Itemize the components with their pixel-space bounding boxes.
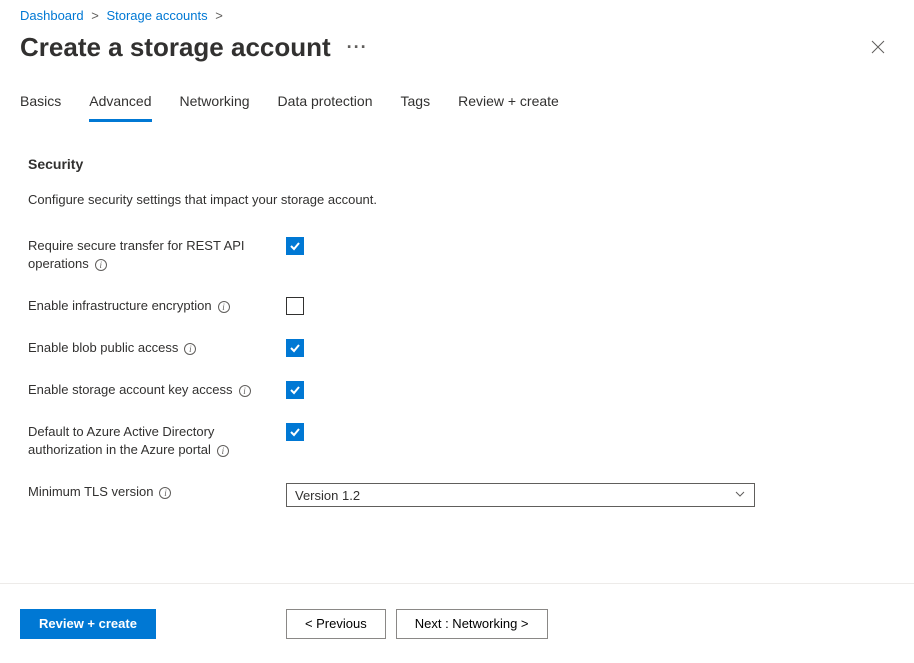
breadcrumb: Dashboard > Storage accounts > [0, 0, 914, 23]
select-min-tls[interactable]: Version 1.2 [286, 483, 755, 507]
tab-data-protection[interactable]: Data protection [278, 93, 373, 122]
tab-review-create[interactable]: Review + create [458, 93, 559, 122]
label-key-access: Enable storage account key accessi [28, 381, 286, 399]
info-icon[interactable]: i [184, 343, 196, 355]
check-icon [289, 426, 301, 438]
review-create-button[interactable]: Review + create [20, 609, 156, 639]
more-icon[interactable]: ··· [347, 37, 368, 58]
page-title-text: Create a storage account [20, 32, 331, 63]
info-icon[interactable]: i [159, 487, 171, 499]
section-title-security: Security [28, 156, 894, 172]
page-title: Create a storage account ··· [20, 32, 368, 63]
info-icon[interactable]: i [217, 445, 229, 457]
label-infra-encryption: Enable infrastructure encryptioni [28, 297, 286, 315]
check-icon [289, 342, 301, 354]
checkbox-infra-encryption[interactable] [286, 297, 304, 315]
label-aad-default: Default to Azure Active Directory author… [28, 423, 286, 459]
tab-networking[interactable]: Networking [180, 93, 250, 122]
select-value: Version 1.2 [295, 488, 360, 503]
info-icon[interactable]: i [95, 259, 107, 271]
content-scroll-area[interactable]: Security Configure security settings tha… [0, 140, 914, 583]
checkbox-key-access[interactable] [286, 381, 304, 399]
tabs: Basics Advanced Networking Data protecti… [0, 63, 914, 122]
chevron-right-icon: > [91, 8, 99, 23]
breadcrumb-link-dashboard[interactable]: Dashboard [20, 8, 84, 23]
tab-basics[interactable]: Basics [20, 93, 61, 122]
section-description: Configure security settings that impact … [28, 192, 894, 207]
label-blob-public: Enable blob public accessi [28, 339, 286, 357]
checkbox-secure-transfer[interactable] [286, 237, 304, 255]
check-icon [289, 384, 301, 396]
close-icon [871, 40, 885, 54]
label-min-tls: Minimum TLS versioni [28, 483, 286, 501]
check-icon [289, 240, 301, 252]
label-secure-transfer: Require secure transfer for REST API ope… [28, 237, 286, 273]
checkbox-aad-default[interactable] [286, 423, 304, 441]
checkbox-blob-public[interactable] [286, 339, 304, 357]
chevron-right-icon: > [215, 8, 223, 23]
close-button[interactable] [862, 31, 894, 63]
info-icon[interactable]: i [218, 301, 230, 313]
tab-tags[interactable]: Tags [401, 93, 431, 122]
previous-button[interactable]: < Previous [286, 609, 386, 639]
chevron-down-icon [734, 488, 746, 503]
info-icon[interactable]: i [239, 385, 251, 397]
next-button[interactable]: Next : Networking > [396, 609, 548, 639]
footer: Review + create < Previous Next : Networ… [0, 583, 914, 663]
tab-advanced[interactable]: Advanced [89, 93, 151, 122]
breadcrumb-link-storage-accounts[interactable]: Storage accounts [106, 8, 207, 23]
